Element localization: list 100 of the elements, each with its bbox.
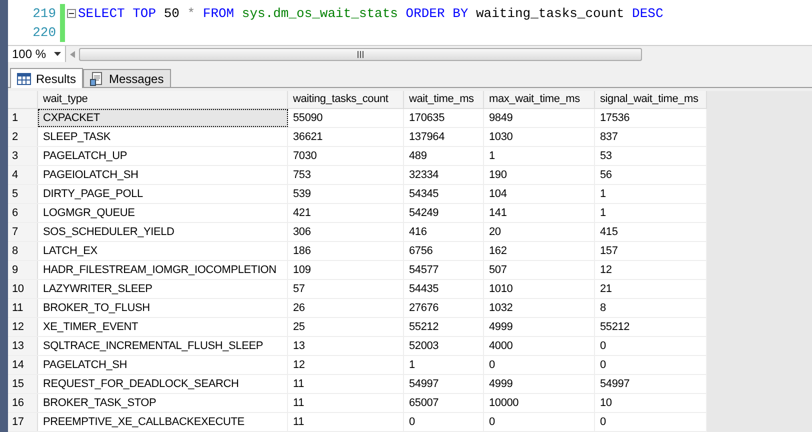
table-cell: XE_TIMER_EVENT: [38, 318, 288, 336]
table-cell: 1030: [484, 128, 595, 146]
table-cell: 54577: [404, 261, 484, 279]
column-header[interactable]: wait_time_ms: [404, 91, 484, 108]
table-cell: 416: [404, 223, 484, 241]
table-cell: 12: [288, 356, 404, 374]
table-cell: 54435: [404, 280, 484, 298]
column-header[interactable]: signal_wait_time_ms: [595, 91, 707, 108]
table-cell: LOGMGR_QUEUE: [38, 204, 288, 222]
row-number[interactable]: 13: [8, 337, 38, 355]
table-cell: 190: [484, 166, 595, 184]
table-cell: 489: [404, 147, 484, 165]
row-number[interactable]: 12: [8, 318, 38, 336]
row-number[interactable]: 11: [8, 299, 38, 317]
row-number[interactable]: 4: [8, 166, 38, 184]
dropdown-arrow-icon: [54, 52, 61, 56]
row-number[interactable]: 15: [8, 375, 38, 393]
table-cell: BROKER_TASK_STOP: [38, 394, 288, 412]
grid-icon: [17, 72, 31, 85]
table-cell: 52003: [404, 337, 484, 355]
table-cell: 0: [595, 356, 707, 374]
table-cell: 20: [484, 223, 595, 241]
table-cell: 11: [288, 413, 404, 431]
table-cell: PAGELATCH_UP: [38, 147, 288, 165]
scroll-left-icon[interactable]: [70, 50, 75, 58]
table-cell: 1010: [484, 280, 595, 298]
column-header[interactable]: waiting_tasks_count: [288, 91, 404, 108]
table-cell: 170635: [404, 109, 484, 127]
table-cell: 56: [595, 166, 707, 184]
table-cell: 1: [484, 147, 595, 165]
table-cell: 0: [484, 413, 595, 431]
table-cell: 1: [404, 356, 484, 374]
table-cell: 32334: [404, 166, 484, 184]
table-cell: 54249: [404, 204, 484, 222]
table-cell: 753: [288, 166, 404, 184]
table-cell: 8: [595, 299, 707, 317]
messages-tab[interactable]: Messages: [83, 69, 171, 88]
row-number[interactable]: 3: [8, 147, 38, 165]
table-cell: 162: [484, 242, 595, 260]
table-cell: 6756: [404, 242, 484, 260]
row-number[interactable]: 14: [8, 356, 38, 374]
table-cell: 10000: [484, 394, 595, 412]
table-cell: 55090: [288, 109, 404, 127]
row-number[interactable]: 5: [8, 185, 38, 203]
grip-icon: [357, 50, 364, 58]
row-number[interactable]: 8: [8, 242, 38, 260]
horizontal-scrollbar-thumb[interactable]: [79, 48, 642, 61]
table-cell: 507: [484, 261, 595, 279]
table-cell: 0: [595, 337, 707, 355]
table-cell: 109: [288, 261, 404, 279]
table-cell: 4999: [484, 318, 595, 336]
table-cell: DIRTY_PAGE_POLL: [38, 185, 288, 203]
row-number[interactable]: 6: [8, 204, 38, 222]
table-cell: 1: [595, 204, 707, 222]
row-number[interactable]: 2: [8, 128, 38, 146]
table-cell: 25: [288, 318, 404, 336]
zoom-dropdown[interactable]: 100 %: [8, 46, 66, 62]
row-number[interactable]: 7: [8, 223, 38, 241]
table-cell: 11: [288, 394, 404, 412]
row-number[interactable]: 9: [8, 261, 38, 279]
table-cell: 141: [484, 204, 595, 222]
table-cell: PREEMPTIVE_XE_CALLBACKEXECUTE: [38, 413, 288, 431]
table-cell: 54997: [404, 375, 484, 393]
table-cell: 306: [288, 223, 404, 241]
table-cell: PAGEIOLATCH_SH: [38, 166, 288, 184]
table-cell: 157: [595, 242, 707, 260]
table-cell: 26: [288, 299, 404, 317]
table-cell: LAZYWRITER_SLEEP: [38, 280, 288, 298]
line-number: 220: [32, 24, 57, 42]
table-cell: 7030: [288, 147, 404, 165]
table-cell: 4999: [484, 375, 595, 393]
line-number: 219: [32, 4, 57, 23]
table-cell: 65007: [404, 394, 484, 412]
table-cell: 17536: [595, 109, 707, 127]
row-number[interactable]: 16: [8, 394, 38, 412]
column-header[interactable]: wait_type: [38, 91, 288, 108]
table-cell: 415: [595, 223, 707, 241]
table-cell: 104: [484, 185, 595, 203]
table-cell: 4000: [484, 337, 595, 355]
table-cell: 10: [595, 394, 707, 412]
table-cell: 12: [595, 261, 707, 279]
table-cell: HADR_FILESTREAM_IOMGR_IOCOMPLETION: [38, 261, 288, 279]
row-number[interactable]: 17: [8, 413, 38, 431]
row-number[interactable]: 10: [8, 280, 38, 298]
row-number[interactable]: 1: [8, 109, 38, 127]
table-cell: PAGELATCH_SH: [38, 356, 288, 374]
table-cell: 837: [595, 128, 707, 146]
sql-query: SELECT TOP 50 * FROM sys.dm_os_wait_stats ORDER BY waiting_tasks_count DESC: [78, 4, 664, 23]
results-tab[interactable]: Results: [10, 68, 84, 88]
table-cell: 1: [595, 185, 707, 203]
table-cell: 36621: [288, 128, 404, 146]
collapse-icon[interactable]: [67, 9, 76, 18]
table-cell: 13: [288, 337, 404, 355]
table-cell: SQLTRACE_INCREMENTAL_FLUSH_SLEEP: [38, 337, 288, 355]
table-cell: 0: [595, 413, 707, 431]
document-icon: [90, 72, 104, 86]
table-cell: 11: [288, 375, 404, 393]
column-header[interactable]: max_wait_time_ms: [484, 91, 595, 108]
table-cell: 1032: [484, 299, 595, 317]
table-cell: 27676: [404, 299, 484, 317]
